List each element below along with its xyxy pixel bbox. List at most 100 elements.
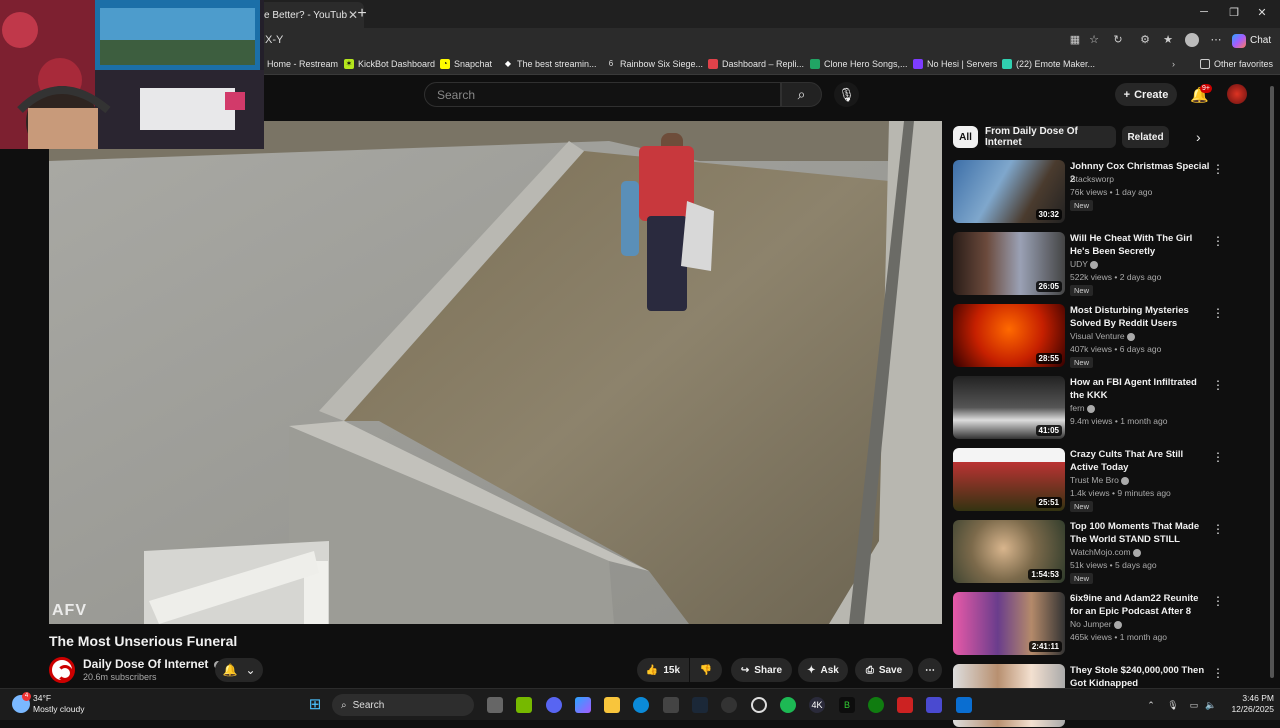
recommendation-card[interactable]: 28:55 Most Disturbing Mysteries Solved By… [953,304,1233,368]
favorite-star-icon[interactable]: ☆ [1087,33,1101,47]
browser-tab-active[interactable]: e Better? - YouTub ✕ [256,2,364,28]
video-title[interactable]: Most Disturbing Mysteries Solved By Redd… [1070,304,1210,330]
window-app-icon[interactable] [956,697,972,713]
channel-avatar[interactable] [49,657,75,683]
bookmark-repli[interactable]: Dashboard – Repli... [708,57,804,71]
system-clock[interactable]: 3:46 PM 12/26/2025 [1220,693,1274,715]
favorites-icon[interactable]: ★ [1161,33,1175,47]
channel-name[interactable]: Visual Venture [1070,331,1135,341]
channel-name[interactable]: WatchMojo.com [1070,547,1141,557]
recommendation-card[interactable]: 41:05 How an FBI Agent Infiltrated the KK… [953,376,1233,440]
more-actions-button[interactable]: ⋯ [918,658,942,682]
dislike-button[interactable]: 👎 [690,658,722,682]
video-title[interactable]: 6ix9ine and Adam22 Reunite for an Epic P… [1070,592,1210,618]
copilot-taskbar-icon[interactable] [575,697,591,713]
microphone-icon[interactable]: 🎙 [1165,697,1181,713]
bookmark-streaming[interactable]: ◆ The best streamin... [503,57,597,71]
chevron-right-icon[interactable]: › [1196,129,1201,145]
subscription-bell-button[interactable]: 🔔 ⌄ [215,658,263,682]
weather-temp[interactable]: 34°F [33,693,51,703]
video-thumbnail[interactable]: 41:05 [953,376,1065,439]
volume-icon[interactable]: 🔈 [1203,697,1219,713]
channel-name[interactable]: No Jumper [1070,619,1122,629]
channel-name[interactable]: UDY [1070,259,1098,269]
more-options-icon[interactable]: ⋮ [1212,594,1224,608]
recommendation-card[interactable]: 30:32 Johnny Cox Christmas Special 2 Stack… [953,160,1233,224]
profile-icon[interactable] [1185,33,1199,47]
extensions-icon[interactable]: ⚙ [1138,33,1152,47]
video-thumbnail[interactable]: 2:41:11 [953,592,1065,655]
4k-icon[interactable]: 4K [809,697,825,713]
chip-all[interactable]: All [953,126,978,148]
voice-search-button[interactable]: 🎙 [834,82,859,107]
more-options-icon[interactable]: ⋮ [1212,666,1224,680]
recommendation-card[interactable]: 25:51 Crazy Cults That Are Still Active T… [953,448,1233,512]
minimize-icon[interactable]: ─ [1194,6,1214,22]
task-view-icon[interactable] [487,697,503,713]
discord-icon[interactable] [546,697,562,713]
weather-description[interactable]: Mostly cloudy [33,704,85,714]
restore-icon[interactable]: ❐ [1224,6,1244,22]
new-tab-icon[interactable]: + [352,4,372,24]
video-title[interactable]: Crazy Cults That Are Still Active Today [1070,448,1210,474]
more-options-icon[interactable]: ⋮ [1212,234,1224,248]
channel-name[interactable]: fern [1070,403,1095,413]
store-icon[interactable] [663,697,679,713]
search-input[interactable]: Search [424,82,781,107]
video-player[interactable] [49,121,942,624]
channel-name[interactable]: Trust Me Bro [1070,475,1129,485]
close-window-icon[interactable]: ✕ [1252,6,1272,22]
bookmarks-overflow-icon[interactable]: › [1172,57,1175,71]
bookmark-kickbot[interactable]: ✶ KickBot Dashboard [344,57,435,71]
bookmark-restream[interactable]: Home - Restream [267,57,338,71]
bookmark-r6[interactable]: 6 Rainbow Six Siege... [606,57,703,71]
more-options-icon[interactable]: ⋮ [1212,162,1224,176]
video-thumbnail[interactable]: 1:54:53 [953,520,1065,583]
video-thumbnail[interactable]: 30:32 [953,160,1065,223]
more-options-icon[interactable]: ⋮ [1212,450,1224,464]
recommendation-card[interactable]: 1:54:53 Top 100 Moments That Made The Wor… [953,520,1233,584]
spotify-icon[interactable] [780,697,796,713]
more-options-icon[interactable]: ⋮ [1212,522,1224,536]
b-app-icon[interactable]: B [839,697,855,713]
more-options-icon[interactable]: ⋮ [1212,378,1224,392]
app-icon[interactable] [721,697,737,713]
recommendation-card[interactable]: 26:05 Will He Cheat With The Girl He's Be… [953,232,1233,296]
recommendation-card[interactable]: 2:41:11 6ix9ine and Adam22 Reunite for an… [953,592,1233,656]
file-explorer-icon[interactable] [604,697,620,713]
account-avatar[interactable] [1227,84,1247,104]
url-field[interactable]: IX-Y [262,34,283,46]
edge-icon[interactable] [633,697,649,713]
steam-icon[interactable] [692,697,708,713]
video-title[interactable]: They Stole $240,000,000 Then Got Kidnapp… [1070,664,1210,690]
video-thumbnail[interactable]: 26:05 [953,232,1065,295]
create-button[interactable]: + Create [1115,83,1177,106]
bookmark-clone-hero[interactable]: Clone Hero Songs,... [810,57,908,71]
channel-name[interactable]: Daily Dose Of Internet [83,657,222,671]
bookmark-snapchat[interactable]: ◔ Snapchat [440,57,492,71]
bookmark-no-hesi[interactable]: No Hesi | Servers [913,57,997,71]
nvidia-icon[interactable] [516,697,532,713]
obs-icon[interactable] [751,697,767,713]
more-menu-icon[interactable]: ⋯ [1209,33,1223,47]
chip-from-channel[interactable]: From Daily Dose Of Internet [985,126,1116,148]
video-thumbnail[interactable]: 28:55 [953,304,1065,367]
editor-icon[interactable] [926,697,942,713]
other-favorites[interactable]: Other favorites [1200,57,1273,71]
more-options-icon[interactable]: ⋮ [1212,306,1224,320]
refresh-icon[interactable]: ↻ [1111,33,1125,47]
red-app-icon[interactable] [897,697,913,713]
like-button[interactable]: 👍 15k [637,658,689,682]
copilot-chat-button[interactable]: Chat [1232,31,1271,50]
video-title[interactable]: Will He Cheat With The Girl He's Been Se… [1070,232,1210,258]
tray-overflow-icon[interactable]: ⌃ [1143,697,1159,713]
app-available-icon[interactable]: ▦ [1068,33,1082,47]
xbox-icon[interactable] [868,697,884,713]
network-icon[interactable]: ▭ [1186,697,1202,713]
video-thumbnail[interactable]: 25:51 [953,448,1065,511]
save-button[interactable]: ⎙ Save [855,658,913,682]
video-title[interactable]: Top 100 Moments That Made The World STAN… [1070,520,1210,546]
video-title[interactable]: How an FBI Agent Infiltrated the KKK [1070,376,1210,402]
search-button[interactable]: ⌕ [781,82,822,107]
start-icon[interactable]: ⊞ [307,697,323,713]
